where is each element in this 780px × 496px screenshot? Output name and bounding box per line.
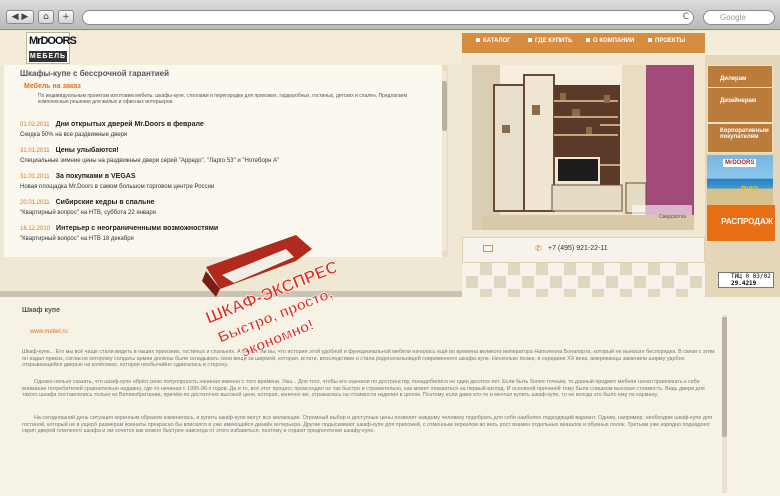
article: Шкаф купе www.mebel.ru Шкаф-купе... Его … [0,297,780,496]
news-item[interactable]: 31.01.2011 Цены улыбаются! Специальные зи… [20,137,430,164]
article-link[interactable]: www.mebel.ru [30,329,68,335]
logo-text: MrDOORS [29,35,77,47]
nav-catalog[interactable]: КАТАЛОГ [476,38,511,44]
article-paragraph: На сегодняшний день ситуация коренным об… [22,415,713,435]
phone-icon: ✆ [535,244,542,253]
web-page: MrDOORS МЕБЕЛЬ КАТАЛОГ ГДЕ КУПИТЬ О КОМП… [0,31,780,496]
address-bar[interactable]: C [82,10,694,25]
site-logo[interactable]: MrDOORS МЕБЕЛЬ [26,32,77,64]
photo-caption: Свидсвотка [658,214,686,220]
news-scrollbar-thumb[interactable] [442,81,447,131]
news-date: 31.01.2011 [20,148,50,154]
news-date: 16.12.2010 [20,226,51,232]
phone-number: +7 (495) 921-22-11 [548,245,608,252]
living-room-image [472,65,694,230]
news-date: 01.02.2011 [20,122,50,128]
browser-toolbar: ◀ ▶ ⌂ + C Google [0,0,780,30]
news-headline[interactable]: Сибирские кедры в спальне [56,199,155,206]
custom-furniture-link[interactable]: Мебель на заказ [24,83,81,90]
article-paragraph: Шкаф-купе... Его мы всё чаще стали видет… [22,349,715,369]
visit-counter[interactable]: ТИЦ 0 03/02 29.4219 [718,272,774,288]
article-title: Шкаф купе [22,307,61,314]
furniture-photo[interactable]: Свидсвотка [472,65,694,230]
custom-furniture-text: По индивидуальным проектам изготовим меб… [38,93,407,105]
corporate-button[interactable]: Корпоративным покупателям [707,123,773,153]
main-nav: КАТАЛОГ ГДЕ КУПИТЬ О КОМПАНИИ ПРОЕКТЫ [462,33,705,53]
news-item[interactable]: 20.01.2011 Сибирские кедры в спальне "Ква… [20,189,430,216]
promo-caption: РИО [741,185,759,194]
news-item[interactable]: 31.01.2011 За покупками в VEGAS Новая пло… [20,163,430,190]
decor-tile-grid [462,263,705,301]
article-paragraph: Однако нельзя сказать, что шкаф-купе обр… [22,379,705,399]
mail-icon[interactable] [483,245,493,252]
back-forward-buttons[interactable]: ◀ ▶ [6,10,34,24]
promo-banner[interactable]: MrDOORS РИО [707,155,773,207]
news-date: 31.01.2011 [20,174,50,180]
news-date: 20.01.2011 [20,200,50,206]
news-headline[interactable]: Дни открытых дверей Mr.Doors в феврале [56,121,204,128]
counter-top: ТИЦ 0 03/02 [731,273,771,280]
nav-where-to-buy[interactable]: ГДЕ КУПИТЬ [528,38,572,44]
article-scrollbar-thumb[interactable] [722,317,727,437]
news-heading: Шкафы-купе с бессрочной гарантией [20,69,170,78]
promo-logo: MrDOORS [723,159,757,167]
reload-icon[interactable]: C [683,12,689,22]
designers-button[interactable]: Дизайнерам [707,87,773,123]
counter-bottom: 29.4219 [731,280,757,287]
search-input[interactable]: Google [703,10,775,25]
nav-about[interactable]: О КОМПАНИИ [586,38,634,44]
sale-banner[interactable]: РАСПРОДАЖ [707,205,775,241]
news-item[interactable]: 01.02.2011 Дни открытых дверей Mr.Doors в… [20,111,430,138]
news-headline[interactable]: За покупками в VEGAS [56,173,136,180]
news-headline[interactable]: Цены улыбаются! [56,147,119,154]
nav-projects[interactable]: ПРОЕКТЫ [648,38,685,44]
logo-subtext: МЕБЕЛЬ [29,51,67,62]
add-tab-button[interactable]: + [58,10,74,24]
express-stamp: ШКАФ-ЭКСПРЕСС Быстро, просто, экономно! [202,235,336,361]
home-icon[interactable]: ⌂ [38,10,54,24]
